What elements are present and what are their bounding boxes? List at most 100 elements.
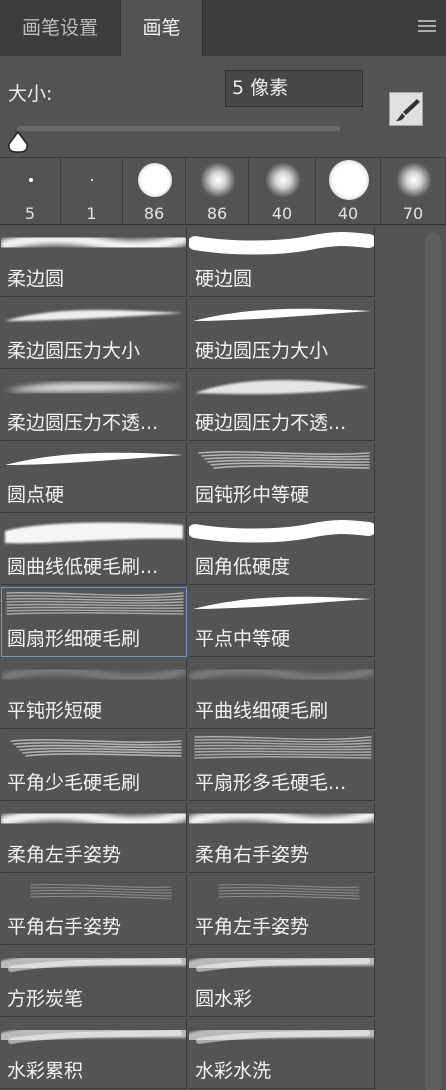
brush-preset-label: 平角右手姿势 — [7, 916, 122, 938]
tiny-dot-icon — [91, 179, 93, 181]
new-preset-button[interactable] — [389, 92, 423, 126]
brush-tip-size: 1 — [86, 204, 97, 223]
brush-tip[interactable]: 5 — [0, 158, 61, 226]
brush-preset-label: 圆扇形细硬毛刷 — [7, 628, 141, 650]
list-scrollbar[interactable] — [420, 227, 446, 1090]
size-input[interactable]: 5 像素 — [225, 70, 363, 107]
brush-preset-item[interactable]: 平角右手姿势 — [1, 875, 187, 945]
tab-brushes[interactable]: 画笔 — [121, 0, 203, 56]
brush-preset-label: 柔边圆压力不透... — [7, 412, 159, 434]
size-slider-thumb[interactable] — [6, 130, 30, 154]
brush-tip[interactable]: 86 — [186, 158, 249, 226]
stroke-preview-icon — [10, 739, 182, 757]
brush-preset-item[interactable]: 平角左手姿势 — [189, 875, 375, 945]
stroke-preview-icon — [1, 666, 186, 683]
brush-tip[interactable]: 40 — [316, 158, 381, 226]
brush-preset-item[interactable]: 水彩累积 — [1, 1019, 187, 1089]
brush-preset-label: 柔边圆压力大小 — [7, 340, 141, 362]
panel-menu-icon[interactable] — [418, 20, 436, 34]
brush-preset-label: 平角少毛硬毛刷 — [7, 772, 141, 794]
brush-icon — [396, 99, 420, 121]
stroke-preview-icon — [30, 884, 172, 900]
brush-tip[interactable]: 40 — [249, 158, 316, 226]
brush-preset-item[interactable]: 平扇形多毛硬毛... — [189, 731, 375, 801]
brush-preset-label: 圆角低硬度 — [195, 556, 291, 578]
brush-tip[interactable]: 70 — [381, 158, 446, 226]
brush-preset-item[interactable]: 柔角左手姿势 — [1, 803, 187, 873]
brush-preset-label: 圆曲线低硬毛刷... — [7, 556, 159, 578]
brush-preset-label: 圆水彩 — [195, 988, 253, 1010]
stroke-preview-icon — [1, 951, 186, 974]
stroke-preview-icon — [6, 591, 184, 615]
soft-round-tip-icon — [264, 162, 301, 198]
stroke-preview-icon — [189, 951, 374, 974]
brush-preset-label: 硬边圆 — [195, 268, 253, 290]
brush-preset-item[interactable]: 圆水彩 — [189, 947, 375, 1017]
brush-preset-item[interactable]: 硬边圆 — [189, 227, 375, 297]
brush-preset-item[interactable]: 硬边圆压力大小 — [189, 299, 375, 369]
brush-preset-item[interactable]: 柔边圆压力不透... — [1, 371, 187, 441]
brush-preset-item[interactable]: 平曲线细硬毛刷 — [189, 659, 375, 729]
brush-tip-size: 86 — [206, 204, 228, 223]
brush-tip-size: 5 — [24, 204, 36, 223]
brush-preset-item[interactable]: 方形炭笔 — [1, 947, 187, 1017]
brush-preset-label: 柔边圆 — [7, 268, 65, 290]
stroke-preview-icon — [5, 452, 183, 465]
brush-preset-item[interactable]: 柔边圆压力大小 — [1, 299, 187, 369]
brush-preset-list: 柔边圆 硬边圆柔边圆压力大小 硬边圆压力大小柔边圆压力不透... 硬边圆压力不透...… — [0, 227, 420, 1090]
stroke-preview-icon — [5, 382, 183, 393]
brush-preset-item[interactable]: 圆点硬 — [1, 443, 187, 513]
brush-preset-item[interactable]: 平钝形短硬 — [1, 659, 187, 729]
brush-tip-size: 86 — [143, 204, 165, 223]
brush-preset-item[interactable]: 圆曲线低硬毛刷... — [1, 515, 187, 585]
tiny-hard-dot-icon — [28, 178, 33, 182]
hard-round-tip-icon — [137, 163, 172, 197]
brush-preset-label: 硬边圆压力不透... — [195, 412, 347, 434]
stroke-preview-icon — [189, 666, 374, 683]
size-slider-track[interactable] — [17, 126, 340, 131]
stroke-preview-icon — [5, 522, 183, 544]
brush-tip[interactable]: 1 — [61, 158, 123, 226]
stroke-preview-icon — [189, 808, 374, 829]
brush-preset-label: 硬边圆压力大小 — [195, 340, 329, 362]
brush-preset-label: 方形炭笔 — [7, 988, 84, 1010]
brush-preset-label: 平角左手姿势 — [195, 916, 310, 938]
brush-preset-item[interactable]: 平角少毛硬毛刷 — [1, 731, 187, 801]
brush-preset-label: 平扇形多毛硬毛... — [195, 772, 347, 794]
panel-tab-bar: 画笔设置 画笔 — [0, 0, 446, 56]
size-label: 大小: — [8, 83, 53, 105]
brush-preset-item[interactable]: 圆角低硬度 — [189, 515, 375, 585]
brush-preset-item[interactable]: 园钝形中等硬 — [189, 443, 375, 513]
stroke-preview-icon — [193, 308, 371, 321]
brush-preset-item[interactable]: 圆扇形细硬毛刷 — [1, 587, 187, 657]
stroke-preview-icon — [189, 232, 374, 255]
stroke-preview-icon — [198, 451, 370, 469]
stroke-preview-icon — [189, 520, 374, 543]
brush-preset-label: 园钝形中等硬 — [195, 484, 310, 506]
brush-preset-label: 柔角左手姿势 — [7, 844, 122, 866]
brush-tip-row: 5 1 86 86 40 40 70 — [0, 157, 446, 226]
brush-preset-label: 圆点硬 — [7, 484, 65, 506]
stroke-preview-icon — [5, 310, 183, 321]
soft-round-tip-icon — [395, 162, 432, 198]
stroke-preview-icon — [193, 596, 371, 609]
brush-preset-label: 平点中等硬 — [195, 628, 291, 650]
brush-preset-item[interactable]: 柔角右手姿势 — [189, 803, 375, 873]
stroke-preview-icon — [194, 735, 372, 759]
brush-preset-item[interactable]: 柔边圆 — [1, 227, 187, 297]
hard-round-tip-icon — [328, 160, 369, 200]
brush-preset-item[interactable]: 平点中等硬 — [189, 587, 375, 657]
soft-round-tip-icon — [199, 162, 236, 198]
tab-brush-settings[interactable]: 画笔设置 — [0, 0, 121, 56]
brush-preset-label: 水彩累积 — [7, 1060, 84, 1082]
brush-tip-size: 40 — [337, 204, 359, 223]
brush-preset-item[interactable]: 硬边圆压力不透... — [189, 371, 375, 441]
scrollbar-thumb[interactable] — [425, 233, 441, 1090]
brush-tip[interactable]: 86 — [123, 158, 186, 226]
stroke-preview-icon — [1, 808, 186, 829]
brush-preset-item[interactable]: 水彩水洗 — [189, 1019, 375, 1089]
brush-preset-label: 平曲线细硬毛刷 — [195, 700, 329, 722]
stroke-preview-icon — [1, 1023, 186, 1046]
brush-preset-label: 水彩水洗 — [195, 1060, 272, 1082]
brush-preset-label: 平钝形短硬 — [7, 700, 103, 722]
